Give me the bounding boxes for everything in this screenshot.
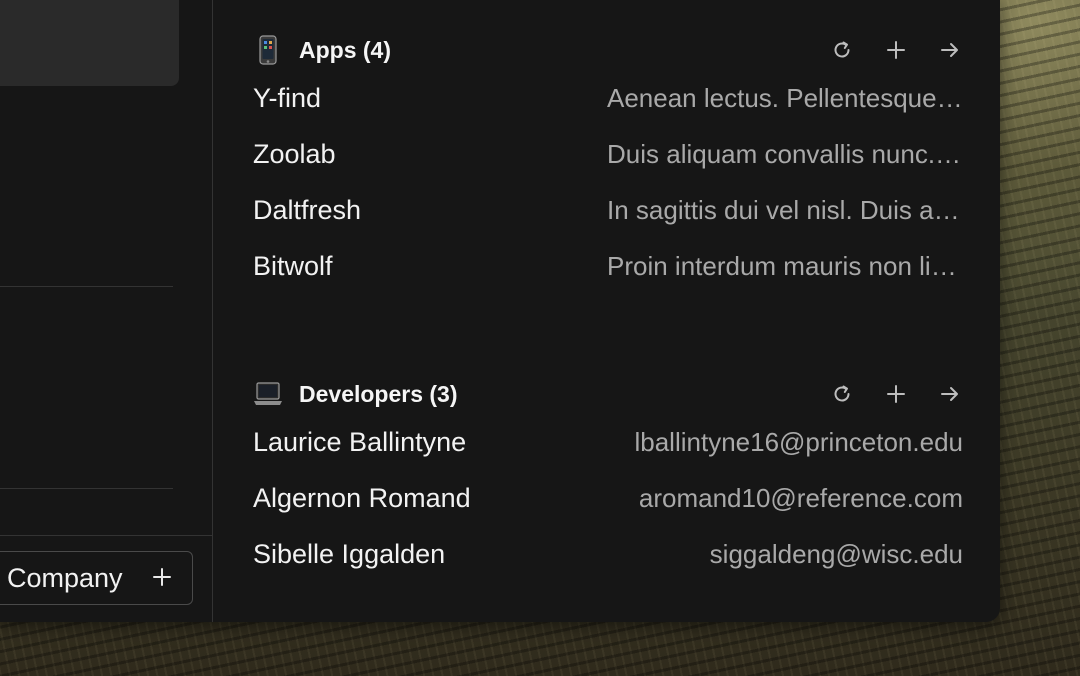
mobile-phone-icon: [253, 35, 283, 65]
list-item[interactable]: Sibelle Iggalden siggaldeng@wisc.edu: [253, 526, 963, 582]
list-item[interactable]: Bitwolf Proin interdum mauris non ligula…: [253, 238, 963, 294]
list-item[interactable]: Laurice Ballintyne lballintyne16@princet…: [253, 414, 963, 470]
refresh-icon[interactable]: [829, 37, 855, 63]
developer-name: Laurice Ballintyne: [253, 426, 467, 457]
list-item[interactable]: Zoolab Duis aliquam convallis nunc. Proi…: [253, 126, 963, 182]
app-description: Duis aliquam convallis nunc. Proin at tu…: [607, 138, 963, 169]
arrow-right-icon[interactable]: [937, 381, 963, 407]
developer-name: Sibelle Iggalden: [253, 538, 446, 569]
apps-section: Apps (4) Y-find Aenean lectus. Pellentes…: [253, 30, 963, 294]
developer-name: Algernon Romand: [253, 482, 471, 513]
app-description: Proin interdum mauris non ligula pellent…: [607, 250, 963, 281]
developer-email: aromand10@reference.com: [638, 482, 963, 513]
developer-email: lballintyne16@princeton.edu: [634, 426, 963, 457]
app-name: Zoolab: [253, 138, 336, 169]
add-company-button[interactable]: Company: [0, 551, 193, 605]
list-item[interactable]: Daltfresh In sagittis dui vel nisl. Duis…: [253, 182, 963, 238]
app-name: Bitwolf: [253, 250, 333, 281]
list-item[interactable]: Algernon Romand aromand10@reference.com: [253, 470, 963, 526]
list-item[interactable]: Y-find Aenean lectus. Pellentesque eget …: [253, 70, 963, 126]
developers-section: Developers (3) Laurice Ballintyne lballi…: [253, 374, 963, 582]
sidebar: Company: [0, 0, 213, 622]
app-name: Daltfresh: [253, 194, 362, 225]
developer-email: siggaldeng@wisc.edu: [709, 538, 963, 569]
app-window: Company Apps (4) Y-find Aenean lectus. P…: [0, 0, 1000, 622]
sidebar-footer-divider: [0, 535, 212, 536]
plus-icon[interactable]: [883, 381, 909, 407]
apps-section-header: Apps (4): [253, 30, 963, 70]
arrow-right-icon[interactable]: [937, 37, 963, 63]
apps-actions: [829, 30, 963, 70]
app-description: Aenean lectus. Pellentesque eget nunc.: [607, 82, 963, 113]
apps-section-title: Apps (4): [299, 36, 391, 63]
company-button-label: Company: [7, 562, 123, 593]
plus-icon: [152, 561, 172, 595]
sidebar-divider: [0, 286, 173, 287]
sidebar-divider: [0, 488, 173, 489]
developers-section-title: Developers (3): [299, 380, 458, 407]
developers-actions: [829, 374, 963, 414]
app-name: Y-find: [253, 82, 322, 113]
developers-section-header: Developers (3): [253, 374, 963, 414]
sidebar-selected-card[interactable]: [0, 0, 179, 86]
plus-icon[interactable]: [883, 37, 909, 63]
app-description: In sagittis dui vel nisl. Duis ac nibh.: [607, 194, 963, 225]
laptop-icon: [253, 379, 283, 409]
refresh-icon[interactable]: [829, 381, 855, 407]
